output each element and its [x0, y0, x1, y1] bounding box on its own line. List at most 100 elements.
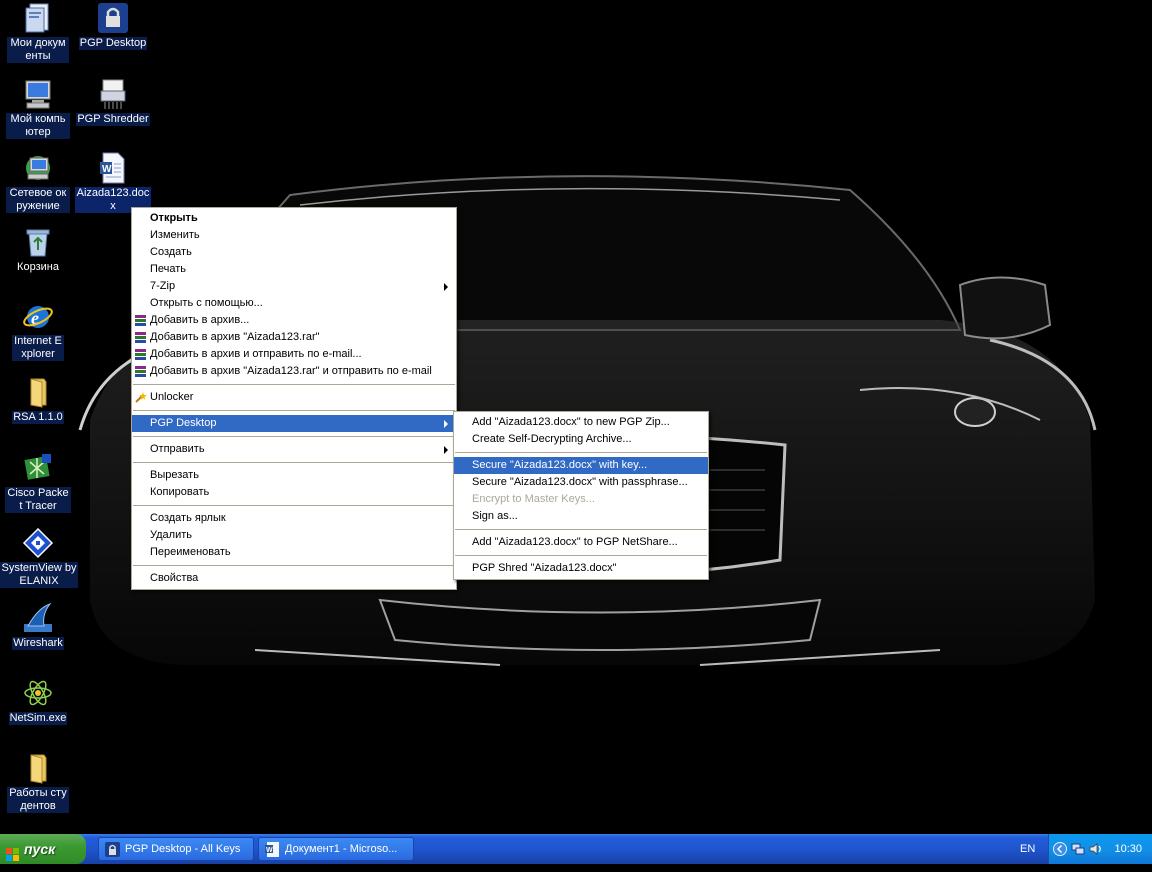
- taskbar-button-label: PGP Desktop - All Keys: [125, 843, 241, 855]
- svg-text:W: W: [266, 847, 273, 854]
- desktop-icon-label: RSA 1.1.0: [12, 411, 64, 424]
- pgp-submenu: Add "Aizada123.docx" to new PGP Zip... C…: [453, 411, 709, 580]
- menu-separator: [133, 505, 455, 506]
- menu-item-new[interactable]: Создать: [132, 244, 456, 261]
- desktop-icon-label: Работы студентов: [7, 787, 69, 813]
- menu-item-label: Unlocker: [150, 391, 194, 403]
- menu-item-copy[interactable]: Копировать: [132, 484, 456, 501]
- pgp-lock-icon: [97, 2, 129, 34]
- desktop-icon-systemview[interactable]: SystemView by ELANIX: [0, 527, 78, 588]
- language-indicator[interactable]: EN: [1020, 834, 1042, 864]
- menu-item-print[interactable]: Печать: [132, 261, 456, 278]
- my-computer-icon: [22, 78, 54, 110]
- submenu-arrow-icon: [444, 283, 448, 291]
- menu-item-open[interactable]: Открыть: [132, 210, 456, 227]
- winrar-icon: [134, 314, 147, 327]
- tray-expand-chevron-icon[interactable]: [1053, 842, 1067, 856]
- desktop-icon-label: SystemView by ELANIX: [0, 562, 78, 588]
- desktop-icon-pgp-desktop[interactable]: PGP Desktop: [75, 2, 151, 50]
- desktop-icon-label: Internet Explorer: [12, 335, 64, 361]
- unlocker-wand-icon: [134, 391, 147, 404]
- menu-item-label: Добавить в архив "Aizada123.rar" и отпра…: [150, 365, 432, 377]
- pgp-item-add-to-zip[interactable]: Add "Aizada123.docx" to new PGP Zip...: [454, 414, 708, 431]
- menu-item-label: 7-Zip: [150, 280, 176, 292]
- volume-speaker-icon[interactable]: [1089, 842, 1103, 856]
- submenu-arrow-icon: [444, 446, 448, 454]
- menu-separator: [455, 452, 707, 453]
- pgp-item-add-to-netshare[interactable]: Add "Aizada123.docx" to PGP NetShare...: [454, 534, 708, 551]
- desktop-icon-student-works[interactable]: Работы студентов: [0, 752, 76, 813]
- pgp-item-self-decrypting-archive[interactable]: Create Self-Decrypting Archive...: [454, 431, 708, 448]
- menu-item-add-to-archive[interactable]: Добавить в архив...: [132, 312, 456, 329]
- desktop-icon-pgp-shredder[interactable]: PGP Shredder: [75, 78, 151, 126]
- network-places-icon: [22, 152, 54, 184]
- pgp-item-secure-with-key[interactable]: Secure "Aizada123.docx" with key...: [454, 457, 708, 474]
- menu-separator: [133, 436, 455, 437]
- start-button[interactable]: пуск: [0, 834, 86, 864]
- taskbar: пуск PGP Desktop - All Keys W Документ1 …: [0, 834, 1152, 864]
- winrar-icon: [134, 365, 147, 378]
- system-tray: 10:30: [1048, 834, 1152, 864]
- menu-item-properties[interactable]: Свойства: [132, 570, 456, 587]
- pgp-item-secure-with-passphrase[interactable]: Secure "Aizada123.docx" with passphrase.…: [454, 474, 708, 491]
- context-menu: Открыть Изменить Создать Печать 7-Zip От…: [131, 207, 457, 590]
- desktop-icon-label: Мой компьютер: [6, 113, 70, 139]
- desktop-icon-netsim[interactable]: NetSim.exe: [0, 677, 76, 725]
- pgp-item-sign-as[interactable]: Sign as...: [454, 508, 708, 525]
- start-label: пуск: [24, 841, 56, 857]
- netsim-atom-icon: [22, 677, 54, 709]
- menu-separator: [455, 529, 707, 530]
- desktop-icon-my-documents[interactable]: Мои документы: [0, 2, 76, 63]
- menu-separator: [133, 565, 455, 566]
- desktop-icon-label: PGP Desktop: [78, 37, 148, 50]
- desktop-icon-internet-explorer[interactable]: e Internet Explorer: [0, 300, 76, 361]
- pgp-item-shred[interactable]: PGP Shred "Aizada123.docx": [454, 560, 708, 577]
- desktop-icon-wireshark[interactable]: Wireshark: [0, 602, 76, 650]
- desktop-icon-recycle-bin[interactable]: Корзина: [0, 226, 76, 274]
- menu-item-rename[interactable]: Переименовать: [132, 544, 456, 561]
- clock[interactable]: 10:30: [1114, 834, 1142, 864]
- menu-item-pgp-desktop[interactable]: PGP Desktop: [132, 415, 456, 432]
- taskbar-button-word-document[interactable]: W Документ1 - Microso...: [258, 837, 414, 861]
- pgp-lock-icon: [105, 842, 120, 857]
- desktop-icon-rsa[interactable]: RSA 1.1.0: [0, 376, 76, 424]
- menu-item-label: Добавить в архив и отправить по e-mail..…: [150, 348, 362, 360]
- desktop-icon-aizada-docx[interactable]: W Aizada123.docx: [75, 152, 151, 213]
- folder-icon: [22, 752, 54, 784]
- winrar-icon: [134, 331, 147, 344]
- menu-item-rar-and-email[interactable]: Добавить в архив "Aizada123.rar" и отпра…: [132, 363, 456, 380]
- wireshark-fin-icon: [22, 602, 54, 634]
- word-document-icon: W: [97, 152, 129, 184]
- menu-item-edit[interactable]: Изменить: [132, 227, 456, 244]
- desktop-icon-label: Корзина: [17, 261, 59, 273]
- desktop-icon-network-places[interactable]: Сетевое окружение: [0, 152, 76, 213]
- desktop-icon-label: Сетевое окружение: [6, 187, 70, 213]
- packet-tracer-icon: [22, 452, 54, 484]
- windows-flag-icon: [6, 842, 20, 861]
- menu-item-cut[interactable]: Вырезать: [132, 467, 456, 484]
- desktop-icon-label: Мои документы: [7, 37, 69, 63]
- menu-item-create-shortcut[interactable]: Создать ярлык: [132, 510, 456, 527]
- menu-separator: [133, 410, 455, 411]
- winrar-icon: [134, 348, 147, 361]
- desktop-icon-my-computer[interactable]: Мой компьютер: [0, 78, 76, 139]
- menu-item-open-with[interactable]: Открыть с помощью...: [132, 295, 456, 312]
- network-connection-icon[interactable]: [1071, 842, 1085, 856]
- desktop-icon-cisco-packet-tracer[interactable]: Cisco Packet Tracer: [0, 452, 76, 513]
- menu-item-7zip[interactable]: 7-Zip: [132, 278, 456, 295]
- desktop-icon-label: Wireshark: [12, 637, 64, 650]
- menu-item-send-to[interactable]: Отправить: [132, 441, 456, 458]
- my-documents-icon: [22, 2, 54, 34]
- taskbar-button-pgp-desktop[interactable]: PGP Desktop - All Keys: [98, 837, 254, 861]
- menu-item-unlocker[interactable]: Unlocker: [132, 389, 456, 406]
- svg-text:W: W: [102, 164, 112, 175]
- menu-separator: [133, 384, 455, 385]
- menu-separator: [133, 462, 455, 463]
- desktop-icon-label: NetSim.exe: [8, 712, 68, 725]
- desktop-icon-label: PGP Shredder: [76, 113, 150, 126]
- desktop-icon-label: Cisco Packet Tracer: [5, 487, 71, 513]
- menu-item-archive-and-email[interactable]: Добавить в архив и отправить по e-mail..…: [132, 346, 456, 363]
- menu-item-add-to-rar[interactable]: Добавить в архив "Aizada123.rar": [132, 329, 456, 346]
- submenu-arrow-icon: [444, 420, 448, 428]
- menu-item-delete[interactable]: Удалить: [132, 527, 456, 544]
